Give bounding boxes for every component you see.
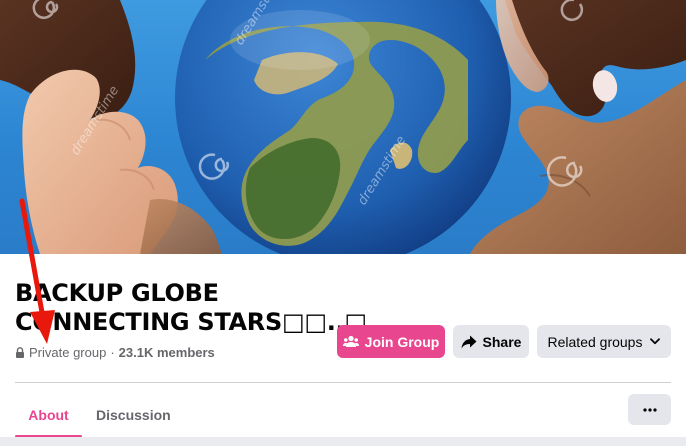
content-area-edge xyxy=(0,437,686,446)
group-title: BACKUP GLOBE CONNECTING STARS□□..□ xyxy=(15,279,367,337)
share-label: Share xyxy=(482,333,522,350)
tab-discussion-label: Discussion xyxy=(96,407,171,423)
cover-illustration xyxy=(0,0,686,254)
tab-about-label: About xyxy=(28,407,69,423)
group-title-line-1: BACKUP GLOBE xyxy=(15,279,219,307)
more-icon xyxy=(642,407,657,412)
share-button[interactable]: Share xyxy=(453,325,529,358)
related-groups-button[interactable]: Related groups xyxy=(537,325,671,358)
header-divider xyxy=(15,382,671,383)
join-group-label: Join Group xyxy=(364,333,440,350)
member-count[interactable]: 23.1K members xyxy=(119,345,215,360)
chevron-down-icon xyxy=(650,338,661,345)
tab-discussion[interactable]: Discussion xyxy=(96,394,171,436)
cover-photo: dreamstime dreamstime dreamstime xyxy=(0,0,686,254)
group-meta: Private group · 23.1K members xyxy=(15,343,215,361)
meta-separator: · xyxy=(110,344,115,360)
lock-icon xyxy=(16,346,24,358)
group-title-line-2: CONNECTING STARS□□..□ xyxy=(15,308,367,336)
privacy-label[interactable]: Private group xyxy=(29,345,106,360)
share-arrow-icon xyxy=(461,335,477,348)
tab-about[interactable]: About xyxy=(15,394,82,438)
join-group-button[interactable]: Join Group xyxy=(337,325,445,358)
people-icon xyxy=(342,335,359,347)
more-options-button[interactable] xyxy=(628,394,671,425)
related-groups-label: Related groups xyxy=(547,333,643,350)
